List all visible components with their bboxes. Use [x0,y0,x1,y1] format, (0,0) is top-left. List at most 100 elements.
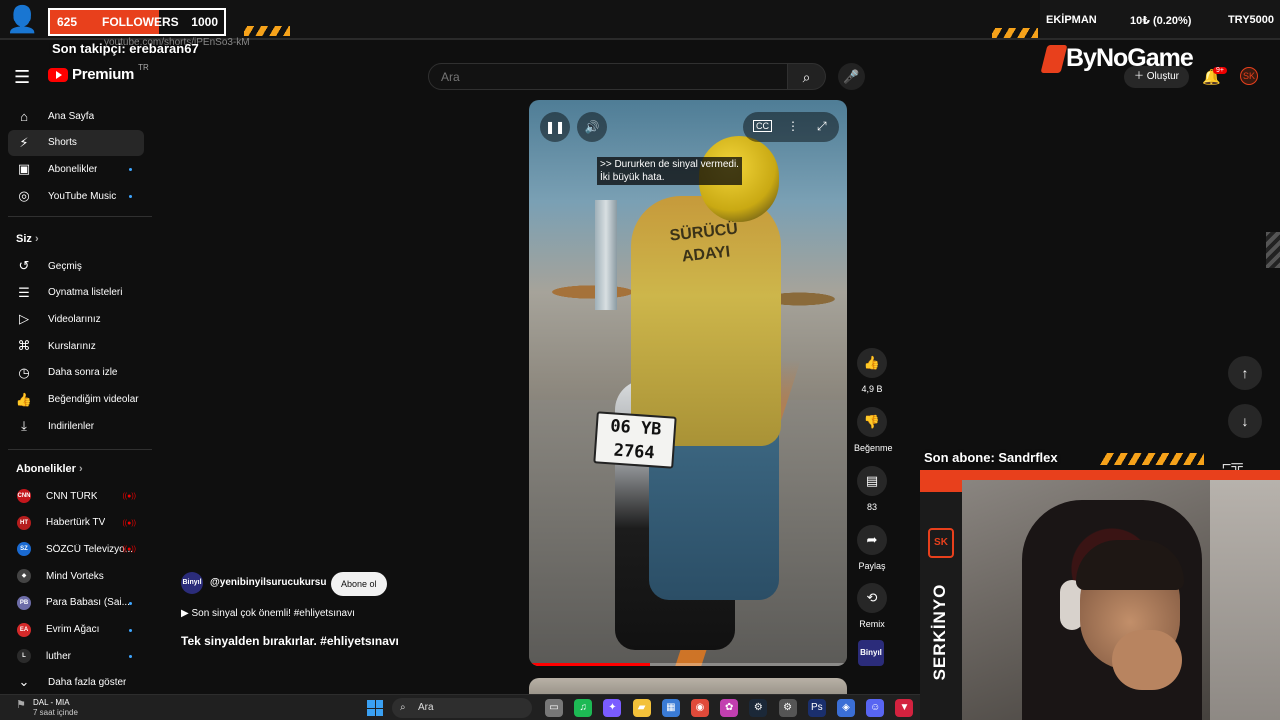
sidebar-channel[interactable]: PB Para Babası (Sai... [8,590,144,616]
windows-taskbar: ⚑ DAL - MIA 7 saat içinde ⌕ Ara ▭ ♫ ✦ ▰ ▦ ◉ ✿ ⚙… [0,694,920,720]
app-icon[interactable]: ◈ [837,699,855,717]
sidebar-item-shorts[interactable]: ⚡ Shorts [8,129,144,156]
sidebar-item-label: Oynatma listeleri [48,287,123,299]
sidebar-channel[interactable]: EA Evrim Ağacı [8,617,144,643]
caption-line1: >> Dururken de sinyal vermedi. [600,159,739,170]
plate-line2: 2764 [613,440,656,464]
steam-icon[interactable]: ⚙ [749,699,768,717]
pause-button[interactable]: ❚❚ [540,112,570,142]
ticker: EKİPMAN 10₺ (0.20%) TRY5000 [992,0,1280,40]
section-subscriptions-header[interactable]: Abonelikler › [16,463,83,475]
channel-name: Mind Vorteks [46,570,104,582]
sidebar-channel[interactable]: Lluther [8,643,144,669]
previous-short-button[interactable]: ↑ [1228,356,1262,390]
sidebar-item-home[interactable]: ⌂ Ana Sayfa [8,103,144,129]
pause-icon: ❚❚ [544,120,566,134]
sidebar-item-your-videos[interactable]: ▷ Videolarınız [8,306,144,332]
short-description[interactable]: ▶ Son sinyal çok önemli! #ehliyetsınavı [181,608,355,619]
sports-icon: ⚑ [16,699,26,711]
sidebar-channel[interactable]: ◆ Mind Vorteks [8,563,144,589]
channel-thumbnail[interactable]: Binyıl [858,640,884,666]
search-field[interactable] [428,63,788,90]
shorts-player[interactable]: SÜRÜCÜ ADAYI 06 YB 2764 >> Dururken de s… [529,100,847,666]
sidebar-item-liked[interactable]: 👍 Beğendiğim videolar [8,387,144,413]
channel-avatar: PB [17,595,31,610]
file-explorer-icon[interactable]: ▰ [632,699,651,717]
voice-search-button[interactable]: 🎤 [838,63,865,90]
spotify-icon[interactable]: ♫ [574,699,593,717]
create-button[interactable]: ＋ Oluştur [1124,66,1190,88]
sidebar-channel[interactable]: SZ SÖZCÜ Televizyo... ((●)) [8,536,144,562]
show-more-button[interactable]: ⌄ Daha fazla göster [8,669,144,695]
sidebar-channel[interactable]: HT Habertürk TV ((●)) [8,510,144,536]
chrome-icon[interactable]: ◉ [691,699,709,717]
youtube-logo[interactable]: Premium TR [48,63,149,83]
remix-label: Remix [859,619,885,629]
comments-action[interactable]: ▤ 83 [854,466,890,512]
sidebar-item-label: YouTube Music [48,190,117,202]
account-avatar[interactable]: SK [1240,67,1258,85]
windows-start-icon[interactable] [367,700,383,716]
chevron-right-icon: › [75,463,83,475]
remix-action[interactable]: ⟲ Remix [854,583,890,629]
settings-icon[interactable]: ⚙ [778,699,797,717]
search-button[interactable]: ⌕ [788,63,826,90]
sidebar-item-courses[interactable]: ⌘ Kurslarınız [8,333,144,359]
channel-name: CNN TÜRK [46,490,98,502]
video-tower [595,200,617,310]
more-options-icon[interactable]: ⋮ [787,119,799,133]
captions-icon[interactable]: CC [753,120,772,132]
share-action[interactable]: ➦ Paylaş [854,525,890,571]
dislike-label: Beğenme [854,443,893,453]
next-short-button[interactable]: ↓ [1228,404,1262,438]
taskbar-search[interactable]: ⌕ Ara [392,698,532,718]
notification-badge: 9+ [1213,67,1227,74]
store-icon[interactable]: ▦ [661,699,680,717]
like-action[interactable]: 👍 4,9 B [854,348,890,394]
sidebar-item-downloads[interactable]: ⤓ İndirilenler [8,413,144,439]
like-icon[interactable]: 👍 [857,348,887,378]
dislike-action[interactable]: 👎 Beğenme [854,407,893,453]
video-progress[interactable] [529,663,847,666]
widgets-icon[interactable]: ▭ [545,699,563,717]
section-you-header[interactable]: Siz › [16,233,39,245]
ticker-change: 10₺ (0.20%) [1130,15,1192,27]
channel-avatar[interactable]: Binyıl [181,572,203,594]
overlay-edge-chevron [1266,232,1280,268]
hazard-stripe [992,28,1038,38]
remix-icon[interactable]: ⟲ [857,583,887,613]
photoshop-icon[interactable]: Ps [807,699,826,717]
pocket-icon[interactable]: ▼ [895,699,914,717]
channel-handle[interactable]: @yenibinyilsurucukursu [210,577,326,588]
playlists-icon: ☰ [18,284,30,300]
ticker-code: TRY5000 [1227,14,1274,26]
watch-later-icon: ◷ [18,364,30,380]
webcam-feed [962,480,1280,720]
copilot-icon[interactable]: ✦ [603,699,622,717]
search-input[interactable] [429,64,787,89]
fullscreen-icon[interactable]: ⤢ [817,119,827,134]
sidebar-item-subscriptions[interactable]: ▣ Abonelikler [8,156,144,182]
channel-name: Para Babası (Sai... [46,597,130,609]
short-title[interactable]: Tek sinyalden bırakırlar. #ehliyetsınavı [181,634,399,648]
volume-button[interactable]: 🔊 [577,112,607,142]
sidebar-item-watch-later[interactable]: ◷ Daha sonra izle [8,360,144,386]
sidebar-item-history[interactable]: ↺ Geçmiş [8,253,144,279]
share-icon[interactable]: ➦ [857,525,887,555]
follower-count: 625 [57,15,78,29]
sidebar-channel[interactable]: CNN CNN TÜRK ((●)) [8,483,144,509]
arrow-up-icon: ↑ [1241,365,1249,381]
hamburger-menu-icon[interactable]: ☰ [14,67,30,88]
dislike-icon[interactable]: 👎 [857,407,887,437]
photos-icon[interactable]: ✿ [720,699,739,717]
new-content-dot [129,168,132,172]
liked-icon: 👍 [15,391,33,407]
sidebar-item-music[interactable]: ◎ YouTube Music [8,183,144,209]
subscribe-button[interactable]: Abone ol [331,572,387,596]
sidebar-item-playlists[interactable]: ☰ Oynatma listeleri [8,280,144,306]
show-more-label: Daha fazla göster [48,676,127,688]
comment-icon[interactable]: ▤ [857,466,887,496]
create-label: Oluştur [1146,71,1180,82]
discord-icon[interactable]: ☺ [866,699,885,717]
channel-name: Habertürk TV [46,517,106,529]
